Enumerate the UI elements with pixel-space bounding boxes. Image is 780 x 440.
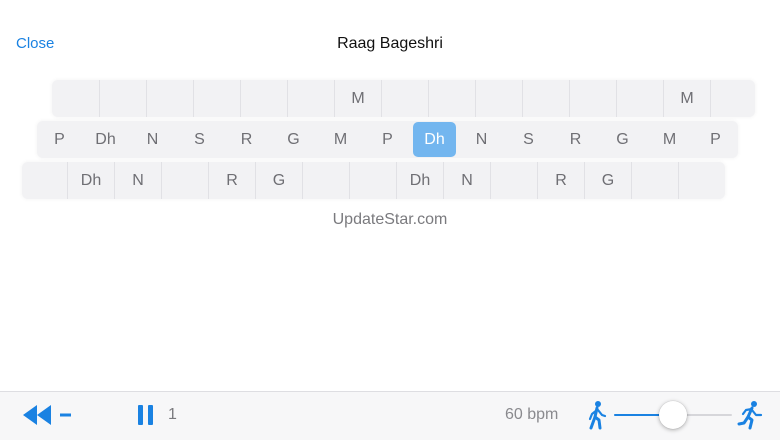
- empty-note-cell: [99, 80, 146, 117]
- note-cell: G: [584, 162, 631, 199]
- rewind-icon: [23, 405, 71, 425]
- note-cell: S: [523, 130, 534, 148]
- empty-note-cell: [569, 80, 616, 117]
- note-cell: G: [287, 130, 300, 148]
- note-cell: S: [194, 130, 205, 148]
- note-cell: R: [240, 130, 253, 148]
- note-cell: M: [663, 80, 710, 117]
- note-cell: M: [662, 130, 677, 148]
- note-cell: R: [208, 162, 255, 199]
- tempo-label: 60 bpm: [505, 406, 559, 423]
- notation-row-upper: MM: [52, 80, 755, 117]
- note-cell: M: [333, 130, 348, 148]
- empty-note-cell: [287, 80, 334, 117]
- walking-person-icon: [586, 400, 608, 430]
- empty-note-cell: [161, 162, 208, 199]
- empty-note-cell: [631, 162, 678, 199]
- note-cell: G: [616, 130, 629, 148]
- note-cell: N: [475, 130, 488, 148]
- note-cell: N: [443, 162, 490, 199]
- note-cell: Dh: [67, 162, 114, 199]
- note-cell: R: [537, 162, 584, 199]
- note-cell: N: [114, 162, 161, 199]
- empty-note-cell: [678, 162, 725, 199]
- empty-note-cell: [240, 80, 287, 117]
- note-cell: P: [710, 130, 721, 148]
- note-cell: G: [255, 162, 302, 199]
- beat-counter: 1: [168, 406, 177, 423]
- empty-note-cell: [52, 80, 99, 117]
- notation-row-middle: P Dh N S R G M P Dh N S R G M P: [37, 121, 738, 158]
- pause-icon: [138, 405, 153, 425]
- page-title: Raag Bageshri: [337, 35, 443, 52]
- active-note-cell: Dh: [413, 122, 456, 157]
- empty-note-cell: [22, 162, 67, 199]
- note-cell: M: [334, 80, 381, 117]
- running-person-icon: [737, 400, 763, 430]
- empty-note-cell: [193, 80, 240, 117]
- rewind-button[interactable]: [20, 403, 72, 427]
- empty-note-cell: [710, 80, 755, 117]
- empty-note-cell: [302, 162, 349, 199]
- empty-note-cell: [475, 80, 522, 117]
- note-cell: Dh: [95, 130, 116, 148]
- empty-note-cell: [349, 162, 396, 199]
- note-cell: P: [382, 130, 393, 148]
- notation-row-lower: Dh N R G Dh N R G: [22, 162, 725, 199]
- empty-note-cell: [490, 162, 537, 199]
- pause-button[interactable]: [138, 405, 154, 425]
- empty-note-cell: [522, 80, 569, 117]
- note-cell: N: [146, 130, 159, 148]
- note-cell: R: [569, 130, 582, 148]
- empty-note-cell: [146, 80, 193, 117]
- note-cell: P: [54, 130, 65, 148]
- empty-note-cell: [381, 80, 428, 117]
- tempo-slider[interactable]: [614, 400, 732, 430]
- empty-note-cell: [616, 80, 663, 117]
- watermark: UpdateStar.com: [332, 211, 448, 228]
- note-cell: Dh: [396, 162, 443, 199]
- empty-note-cell: [428, 80, 475, 117]
- slider-thumb[interactable]: [659, 401, 687, 429]
